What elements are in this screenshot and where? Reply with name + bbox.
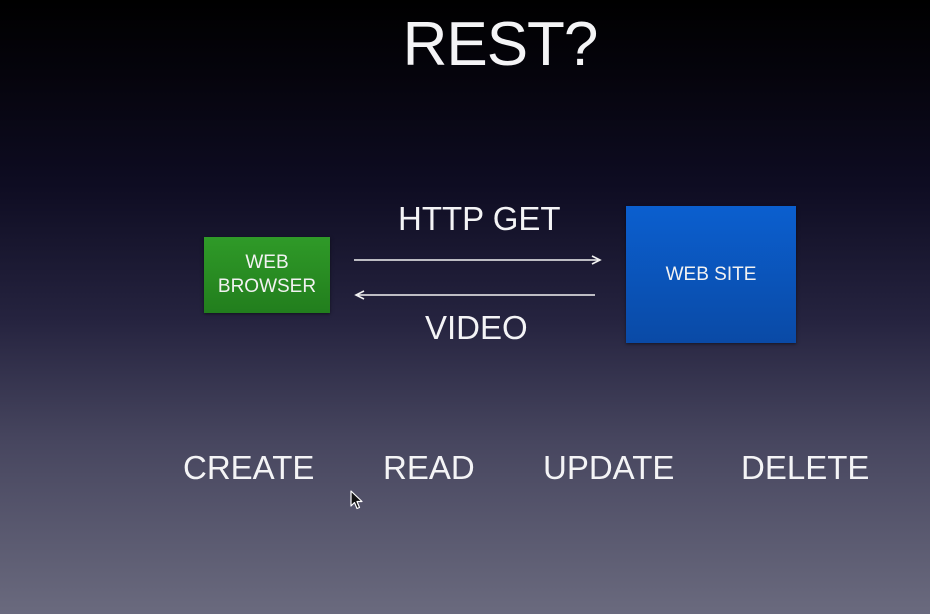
web-browser-label-line2: BROWSER <box>217 276 317 297</box>
operation-delete: DELETE <box>741 449 870 486</box>
request-arrow <box>354 255 602 265</box>
slide-title: REST? <box>402 10 599 79</box>
response-arrow <box>354 290 595 300</box>
mouse-pointer-icon <box>350 490 363 510</box>
operation-update: UPDATE <box>543 449 675 486</box>
web-browser-label-line1: WEB <box>245 252 289 273</box>
web-browser-box: WEB BROWSER <box>204 237 330 313</box>
operation-create: CREATE <box>183 449 315 486</box>
web-site-box: WEB SITE <box>626 206 796 343</box>
web-site-label: WEB SITE <box>665 263 757 285</box>
request-label: HTTP GET <box>398 200 561 237</box>
response-label: VIDEO <box>425 309 528 346</box>
operation-read: READ <box>383 449 475 486</box>
web-browser-label: WEB BROWSER <box>218 251 316 299</box>
